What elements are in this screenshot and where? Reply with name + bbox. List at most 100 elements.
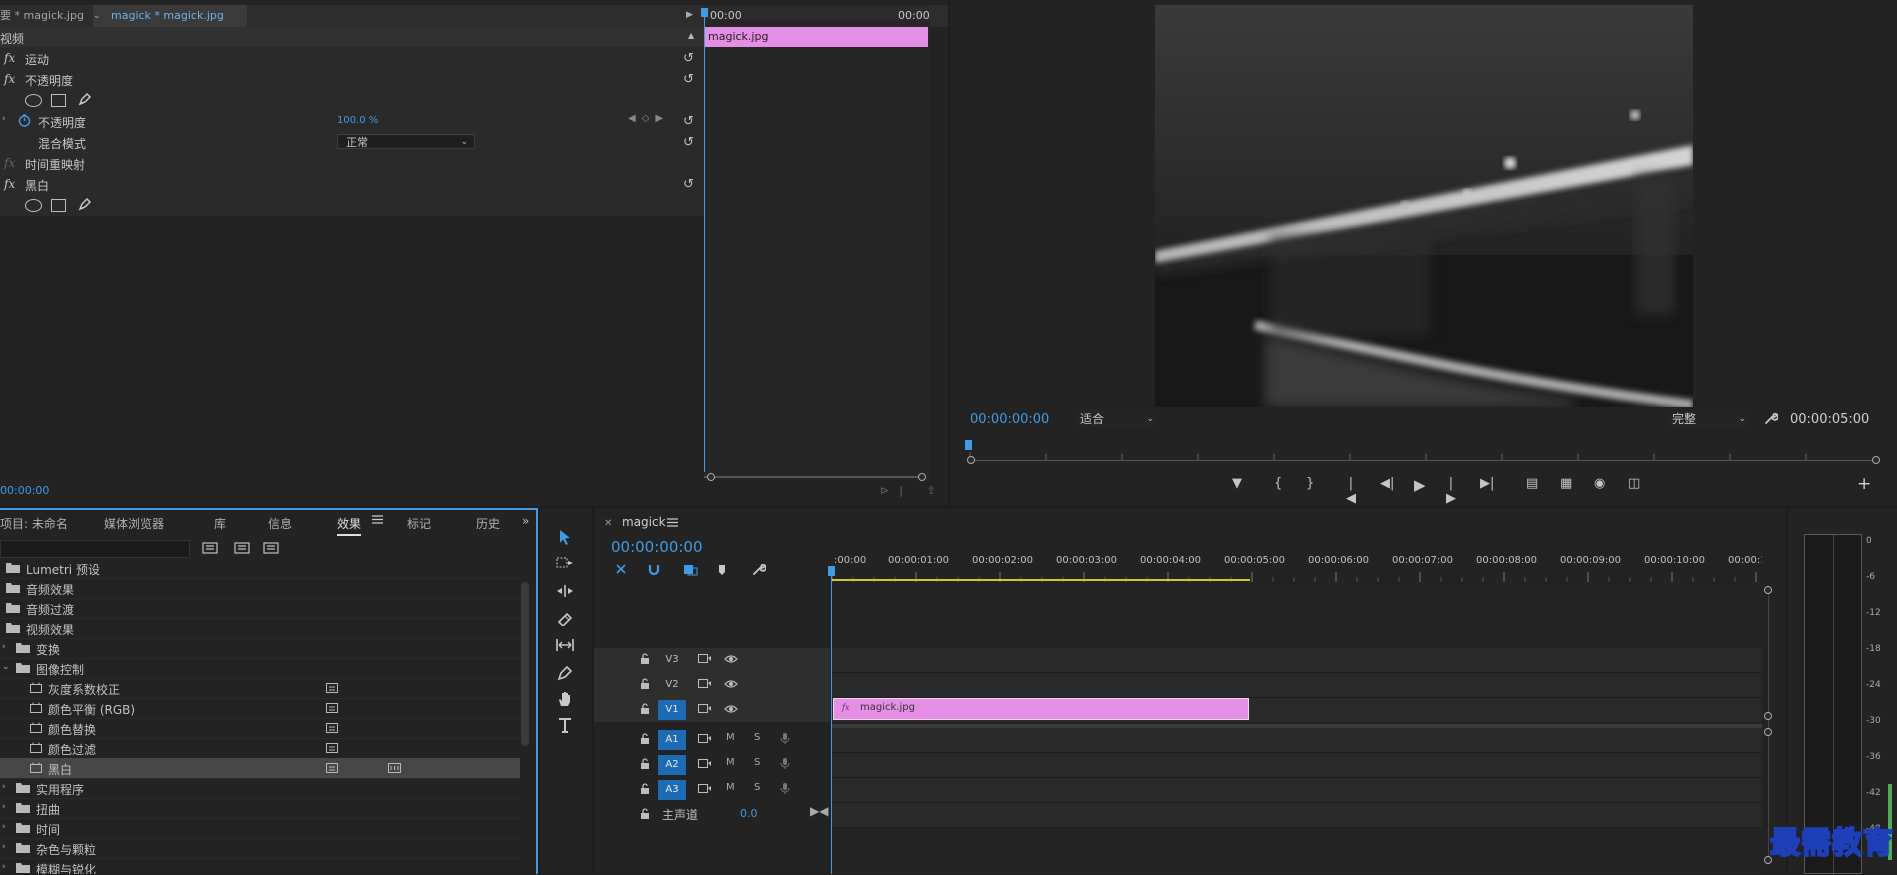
tree-folder-audio-transitions[interactable]: 音频过渡 [0, 598, 520, 619]
caret-up-icon[interactable]: ▲ [688, 31, 694, 40]
sequence-tab[interactable]: magick [622, 515, 666, 529]
microphone-icon[interactable] [780, 782, 790, 795]
scroll-handle-video-bottom[interactable] [1764, 712, 1772, 720]
effects-search-input[interactable] [0, 540, 190, 558]
reset-icon[interactable]: ↺ [683, 135, 694, 150]
tab-libraries[interactable]: 库 [214, 515, 226, 532]
lock-icon[interactable] [640, 733, 650, 745]
tree-folder-distort[interactable]: › 扭曲 [0, 798, 520, 819]
track-lane-a3[interactable] [832, 778, 1762, 803]
rectangle-mask-icon[interactable] [51, 94, 66, 107]
chevron-right-icon[interactable]: › [2, 822, 6, 832]
tab-media-browser[interactable]: 媒体浏览器 [104, 515, 164, 532]
timeline-playhead-handle[interactable] [828, 566, 835, 576]
tree-folder-image-control[interactable]: ⌄ 图像控制 [0, 658, 520, 679]
mute-button[interactable]: M [726, 782, 735, 793]
chevron-down-icon[interactable]: ⌄ [93, 5, 105, 27]
playback-quality-select[interactable]: 完整 ⌄ [1666, 410, 1750, 428]
lock-icon[interactable] [640, 808, 650, 820]
comparison-view-icon[interactable]: ◫ [1628, 476, 1640, 492]
track-lane-v3[interactable] [832, 648, 1762, 673]
tree-folder-noise-grain[interactable]: › 杂色与颗粒 [0, 838, 520, 859]
reset-icon[interactable]: ↺ [683, 72, 694, 87]
track-lane-v2[interactable] [832, 673, 1762, 698]
effect-row-black-white[interactable]: fx 黑白 ↺ [0, 174, 704, 195]
eye-icon[interactable] [724, 704, 738, 714]
camera-icon[interactable]: ◉ [1594, 476, 1605, 492]
tree-effect-color-replace[interactable]: 颜色替换 [0, 718, 520, 739]
play-icon[interactable]: ▶ [686, 10, 693, 20]
scroll-handle-right[interactable] [918, 473, 926, 481]
timeline-ruler[interactable]: :00:00 00:00:01:00 00:00:02:00 00:00:03:… [832, 548, 1762, 582]
go-to-in-icon[interactable]: |◀ [1346, 476, 1356, 506]
effects-scrollbar[interactable] [521, 582, 529, 746]
ellipse-mask-icon[interactable] [25, 199, 42, 212]
mini-timeline-scrollbar[interactable] [704, 476, 926, 478]
play-icon[interactable]: ▶ [1414, 476, 1426, 494]
track-lane-a1[interactable] [832, 728, 1762, 753]
microphone-icon[interactable] [780, 732, 790, 745]
go-to-end-icon[interactable]: ▶◀ [810, 804, 828, 818]
effect-row-opacity[interactable]: fx 不透明度 ↺ [0, 69, 704, 90]
program-current-time[interactable]: 00:00:00:00 [970, 412, 1049, 427]
reset-icon[interactable]: ↺ [683, 114, 694, 129]
sync-lock-icon[interactable] [698, 703, 712, 714]
track-name[interactable]: A1 [658, 730, 686, 750]
opacity-value[interactable]: 100.0 % [337, 115, 378, 126]
track-name[interactable]: A2 [658, 755, 686, 775]
solo-button[interactable]: S [754, 757, 760, 768]
track-name[interactable]: A3 [658, 780, 686, 800]
lock-icon[interactable] [640, 783, 650, 795]
mini-timeline-clip[interactable]: magick.jpg [704, 27, 928, 47]
chevron-right-icon[interactable]: › [2, 114, 6, 124]
ripple-edit-tool-icon[interactable] [556, 584, 574, 598]
ellipse-mask-icon[interactable] [25, 94, 42, 107]
eye-icon[interactable] [724, 654, 738, 664]
opacity-property-row[interactable]: › 不透明度 100.0 % ◀◇▶ ↺ [0, 111, 704, 132]
lock-icon[interactable] [640, 678, 650, 690]
program-video-frame[interactable] [1155, 5, 1693, 407]
tab-source-clip[interactable]: 要 * magick.jpg [0, 5, 84, 27]
export-frame-icons[interactable]: ⊳| ⇪ [880, 484, 946, 497]
tab-effects[interactable]: 效果 [337, 515, 362, 536]
chevron-right-icon[interactable]: › [2, 782, 6, 792]
pen-mask-icon[interactable] [77, 91, 93, 107]
chevron-right-icon[interactable]: › [2, 862, 6, 872]
tab-info[interactable]: 信息 [268, 515, 292, 532]
add-button-icon[interactable]: + [1857, 474, 1871, 494]
tree-folder-transform[interactable]: › 变换 [0, 638, 520, 659]
effect-controls-timecode[interactable]: 00:00:00 [0, 484, 49, 497]
wrench-icon[interactable] [1764, 411, 1778, 425]
program-playhead[interactable] [965, 440, 972, 450]
go-to-out-icon[interactable]: ▶| [1480, 476, 1494, 492]
tab-history[interactable]: 历史 [476, 515, 500, 532]
chevron-right-icon[interactable]: › [2, 802, 6, 812]
sync-lock-icon[interactable] [698, 653, 712, 664]
slip-tool-icon[interactable] [556, 638, 574, 652]
track-select-tool-icon[interactable] [556, 556, 574, 570]
tree-folder-blur-sharpen[interactable]: › 模糊与锐化 [0, 858, 520, 874]
mini-playhead-handle[interactable] [701, 8, 708, 17]
close-icon[interactable]: ✕ [604, 518, 612, 529]
stopwatch-icon[interactable] [18, 114, 31, 127]
tree-folder-lumetri[interactable]: Lumetri 预设 [0, 562, 520, 579]
hand-tool-icon[interactable] [556, 690, 574, 708]
mark-in-icon[interactable]: { [1274, 476, 1282, 492]
chevron-right-icon[interactable]: › [2, 842, 6, 852]
scroll-handle-left[interactable] [707, 473, 715, 481]
track-name[interactable]: V3 [658, 650, 686, 670]
blend-mode-select[interactable]: 正常 ⌄ [337, 134, 475, 149]
tree-effect-gamma[interactable]: 灰度系数校正 [0, 678, 520, 699]
lock-icon[interactable] [640, 653, 650, 665]
lock-icon[interactable] [640, 703, 650, 715]
tree-folder-utility[interactable]: › 实用程序 [0, 778, 520, 799]
tab-sequence-clip[interactable]: magick * magick.jpg [93, 5, 247, 27]
track-name[interactable]: V2 [658, 675, 686, 695]
lock-icon[interactable] [640, 758, 650, 770]
track-lane-a2[interactable] [832, 753, 1762, 778]
scroll-handle-top[interactable] [1764, 586, 1772, 594]
rectangle-mask-icon[interactable] [51, 199, 66, 212]
solo-button[interactable]: S [754, 782, 760, 793]
chevron-down-icon[interactable]: ⌄ [2, 662, 10, 672]
chevron-right-icon[interactable]: › [2, 642, 6, 652]
